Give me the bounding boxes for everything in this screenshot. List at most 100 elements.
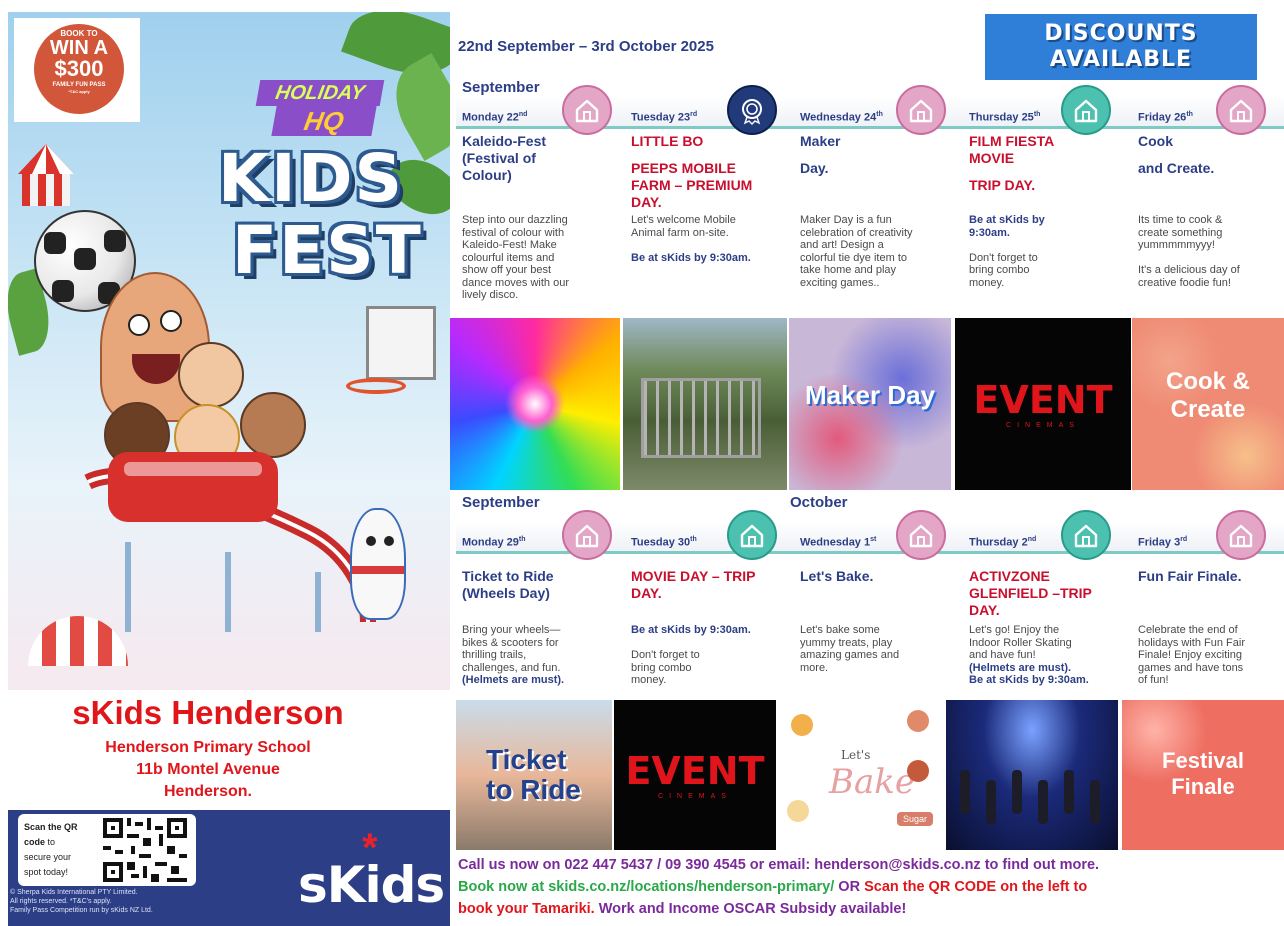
qr-code-icon[interactable] <box>102 818 188 882</box>
description-line: Let's go! Enjoy the <box>969 624 1060 636</box>
day-name: Monday 29 <box>462 536 519 549</box>
day-suffix: th <box>876 111 883 118</box>
discounts-banner: DISCOUNTS AVAILABLE <box>985 14 1257 80</box>
activity-title: DAY. <box>631 585 662 601</box>
qr-text-line: spot today! <box>24 867 69 877</box>
kids-fest-poster: BOOK TO WIN A $300 FAMILY FUN PASS *T&C … <box>8 12 450 690</box>
description-line: festival of colour with <box>462 226 565 239</box>
skids-logo: * sKids <box>298 828 445 922</box>
description-bold: 9:30am. <box>969 226 1010 239</box>
description-line: show off your best <box>462 264 552 276</box>
description-line: take home and play <box>800 264 897 276</box>
description-bold: Be at sKids by 9:30am. <box>631 251 751 264</box>
description-bold: Be at sKids by 9:30am. <box>631 624 751 636</box>
day-suffix: st <box>870 536 877 543</box>
activity-description: Let's go! Enjoy the Indoor Roller Skating… <box>969 624 1135 687</box>
description-bold-line: Be at sKids by 9:30am. <box>969 674 1135 687</box>
description-line: create something <box>1138 226 1223 239</box>
day-suffix: th <box>1186 111 1193 118</box>
promo-line: WIN A <box>49 37 109 59</box>
activity-title: and Create. <box>1138 160 1215 176</box>
location-suburb: Henderson. <box>163 783 252 800</box>
premium-badge <box>727 85 777 135</box>
excursion-badge <box>727 510 777 560</box>
skater <box>986 780 996 824</box>
activity-title: LITTLE BO <box>631 133 704 149</box>
description-line: Let's welcome Mobile <box>631 214 736 226</box>
description-line: and art! Design a <box>800 239 884 251</box>
skater <box>1090 780 1100 824</box>
fest-word: FEST <box>232 212 423 289</box>
description-line: celebration of creativity <box>800 226 913 239</box>
day-suffix: th <box>1033 111 1041 118</box>
incursion-badge <box>1216 510 1266 560</box>
prize-circle: BOOK TO WIN A $300 FAMILY FUN PASS *T&C … <box>34 24 124 114</box>
day-name: Thursday 25 <box>969 111 1034 124</box>
activity-title: MOVIE <box>969 150 1015 166</box>
cook-create-photo: Cook & Create <box>1132 318 1284 490</box>
legal-line: Family Pass Competition run by sKids NZ … <box>10 907 153 914</box>
kid-character <box>178 342 244 408</box>
animal-farm-photo <box>623 318 787 490</box>
description-line: lively disco. <box>462 289 519 301</box>
incursion-badge <box>896 85 946 135</box>
house-icon <box>1071 95 1101 125</box>
kaleidoscope-center <box>505 374 565 434</box>
qr-card[interactable]: Scan the QR code to secure your spot tod… <box>18 814 196 886</box>
description-line: dance moves with our <box>462 276 569 289</box>
basketball-hoop-icon <box>346 378 406 394</box>
description-bold: (Helmets are must). <box>969 661 1072 674</box>
description-line: Don't forget to <box>969 251 1038 264</box>
description-bold: (Helmets are must). <box>462 674 565 686</box>
activity-title: Colour) <box>462 167 512 183</box>
skater <box>1012 770 1022 814</box>
description-line: of fun! <box>1138 674 1169 686</box>
excursion-badge <box>1061 510 1111 560</box>
description-bold-line: Be at sKids by 9:30am. <box>631 252 797 265</box>
day-label: Wednesday 24th <box>800 111 883 124</box>
fence <box>641 378 761 458</box>
description-line: Bring your wheels— <box>462 624 561 636</box>
description-line: holidays with Fun Fair <box>1138 636 1245 649</box>
qr-instruction: Scan the QR CODE on the left to <box>864 879 1088 895</box>
description-line: and have fun! <box>969 649 1036 661</box>
description-bold: Be at sKids by 9:30am. <box>969 674 1089 686</box>
event-cinemas-photo: EVENT CINEMAS <box>614 700 776 850</box>
day-suffix: rd <box>690 111 698 118</box>
description-line: Celebrate the end of <box>1138 624 1238 636</box>
skater <box>960 770 970 814</box>
legal-line: All rights reserved. *T&C's apply. <box>10 898 112 905</box>
description-line: Step into our dazzling <box>462 214 568 226</box>
basketball-board-icon <box>366 306 436 380</box>
activity-title: DAY. <box>631 194 662 210</box>
baking-item <box>907 760 929 782</box>
day-label: Monday 22nd <box>462 111 527 124</box>
activity-title: Kaleido-Fest <box>462 133 547 149</box>
promo-amount: $300 <box>54 56 104 81</box>
day-name: Tuesday 23 <box>631 111 691 124</box>
event-cinemas-photo: EVENT CINEMAS <box>955 318 1131 490</box>
description-line: Kaleido-Fest! Make <box>462 239 557 251</box>
activity-title: Day. <box>800 160 829 176</box>
legal-notice: © Sherpa Kids International PTY Limited.… <box>10 888 270 915</box>
activity-title: DAY. <box>969 602 1000 618</box>
booking-url[interactable]: Book now at skids.co.nz/locations/hender… <box>458 879 834 895</box>
photo-caption: Bake <box>829 762 915 802</box>
lets-bake-photo: Let's Bake Sugar <box>777 700 943 850</box>
baking-item <box>787 800 809 822</box>
discounts-word: DISCOUNTS <box>1044 21 1198 46</box>
house-icon <box>1226 520 1256 550</box>
day-label: Thursday 25th <box>969 111 1040 124</box>
day-name: Thursday 2 <box>969 536 1028 549</box>
kaleidoscope-photo <box>450 318 620 490</box>
activity-title: Fun Fair Finale. <box>1138 568 1242 584</box>
description-line: yummy treats, play <box>800 636 893 649</box>
ticket-to-ride-photo: Ticket to Ride <box>456 700 612 850</box>
booking-or: OR <box>834 879 865 895</box>
activity-title: (Festival of <box>462 150 536 166</box>
day-name: Wednesday 24 <box>800 111 877 124</box>
baking-item <box>907 710 929 732</box>
qr-text-line: Scan the QR <box>24 822 78 832</box>
description-line: Its time to cook & <box>1138 214 1223 226</box>
description-bold-line: Be at sKids by 9:30am. <box>631 624 797 637</box>
